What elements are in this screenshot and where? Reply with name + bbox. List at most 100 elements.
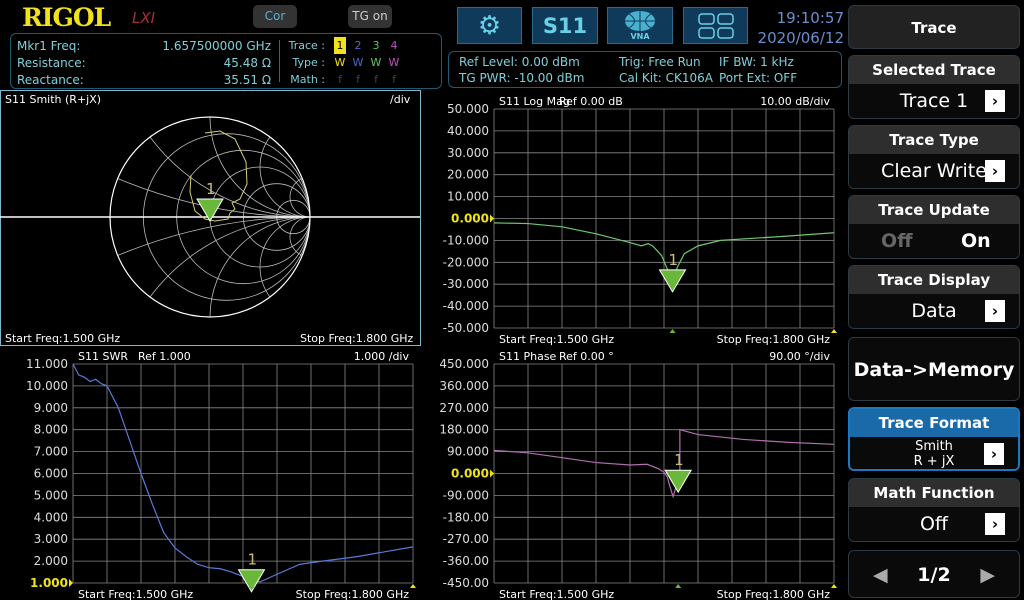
trace-display-softkey[interactable]: Trace Display Data › <box>848 265 1020 329</box>
marker-1-triangle <box>658 269 687 293</box>
stop-freq: Stop Freq:1.800 GHz <box>717 588 831 600</box>
y-tick-label: 90.000 <box>447 445 489 459</box>
ref-level-arrow-icon <box>490 469 494 478</box>
marker-1-label: 1 <box>248 551 258 569</box>
softkey-label: Trace Format <box>850 409 1018 437</box>
y-tick-label: -20.000 <box>443 255 489 269</box>
y-tick-label: -450.00 <box>443 576 489 590</box>
trace-type-value: Clear Write <box>881 160 987 182</box>
softkey-label: Trace Update <box>849 196 1019 224</box>
y-tick-label: 180.000 <box>439 423 489 437</box>
reactance-arc <box>259 216 311 298</box>
y-tick-label: 7.000 <box>34 445 68 459</box>
chart-ref: Ref 0.00 ° <box>559 350 614 363</box>
grid <box>493 363 835 584</box>
trace-format-softkey[interactable]: Trace Format Smith R + jX › <box>848 407 1020 471</box>
chart-title: S11 Smith (R+jX) <box>5 93 101 106</box>
stop-indicator <box>410 584 416 588</box>
chart-scale: 1.000 /div <box>354 350 410 363</box>
chevron-right-icon: › <box>985 90 1005 112</box>
y-tick-label: 50.000 <box>447 102 489 116</box>
y-tick-label: 1.000 <box>30 576 68 590</box>
y-tick-label: 450.000 <box>439 357 489 371</box>
y-tick-label: 360.000 <box>439 379 489 393</box>
menu-title-text: Trace <box>911 19 957 37</box>
stop-freq: Stop Freq:1.800 GHz <box>300 332 414 345</box>
y-tick-label: -360.00 <box>443 554 489 568</box>
chart-area: S11 Smith (R+jX) /div Start Freq:1.500 GHz… <box>0 93 837 600</box>
y-tick-label: 9.000 <box>34 401 68 415</box>
start-freq: Start Freq:1.500 GHz <box>499 333 614 346</box>
grid <box>493 108 835 329</box>
marker-1-label: 1 <box>674 451 684 469</box>
chart-scale: /div <box>390 93 411 106</box>
math-function-softkey[interactable]: Math Function Off › <box>848 478 1020 542</box>
start-freq: Start Freq:1.500 GHz <box>5 332 120 345</box>
y-tick-label: -10.000 <box>443 233 489 247</box>
y-tick-label: 10.000 <box>447 190 489 204</box>
y-tick-label: 8.000 <box>34 423 68 437</box>
ref-level-arrow-icon <box>69 579 73 587</box>
y-tick-label: 2.000 <box>34 554 68 568</box>
y-tick-label: -180.00 <box>443 510 489 524</box>
grid <box>72 363 414 584</box>
chevron-right-icon: › <box>985 300 1005 322</box>
y-tick-label: 20.000 <box>447 168 489 182</box>
softkey-label: Trace Display <box>849 266 1019 294</box>
page-next-icon[interactable]: ▶ <box>980 551 995 597</box>
page-navigator: ◀ 1/2 ▶ <box>848 550 1020 598</box>
trace-display-value: Data <box>911 300 957 322</box>
marker-position-indicator <box>675 584 682 588</box>
selected-trace-value: Trace 1 <box>899 90 969 112</box>
y-tick-label: 0.000 <box>451 467 489 481</box>
chevron-right-icon: › <box>985 160 1005 182</box>
y-tick-label: 6.000 <box>34 467 68 481</box>
softkey-label: Trace Type <box>849 126 1019 154</box>
marker-position-indicator <box>669 329 676 333</box>
start-freq: Start Freq:1.500 GHz <box>499 588 614 600</box>
marker-1-label: 1 <box>669 251 679 269</box>
ref-level-arrow-icon <box>490 214 494 223</box>
y-tick-label: -90.000 <box>443 488 489 502</box>
math-function-value: Off <box>919 513 949 535</box>
trace-update-on[interactable]: On <box>961 224 991 258</box>
y-tick-label: 5.000 <box>34 488 68 502</box>
trace-update-softkey[interactable]: Trace Update Off On <box>848 195 1020 259</box>
chart-scale: 10.00 dB/div <box>760 95 830 108</box>
chevron-right-icon: › <box>985 513 1005 535</box>
y-tick-label: -40.000 <box>443 299 489 313</box>
stop-indicator <box>831 329 837 333</box>
page-indicator: 1/2 <box>917 564 951 586</box>
chart-ref: Ref 0.00 dB <box>559 95 623 108</box>
y-tick-label: -270.00 <box>443 532 489 546</box>
y-tick-label: 30.000 <box>447 146 489 160</box>
trace-type-softkey[interactable]: Trace Type Clear Write › <box>848 125 1020 189</box>
stop-freq: Stop Freq:1.800 GHz <box>717 333 831 346</box>
stop-indicator <box>831 584 837 588</box>
y-tick-label: 0.000 <box>451 212 489 226</box>
menu-title: Trace <box>848 5 1020 49</box>
chart-title: S11 SWR <box>78 350 128 363</box>
chart-title: S11 Phase <box>499 350 557 363</box>
softkey-label: Selected Trace <box>849 56 1019 84</box>
marker-1-triangle <box>237 569 266 593</box>
y-tick-label: 4.000 <box>34 510 68 524</box>
reactance-arc <box>259 136 311 218</box>
data-to-memory-button[interactable]: Data->Memory <box>848 337 1020 401</box>
chart-ref: Ref 1.000 <box>138 350 191 363</box>
marker-1-label: 1 <box>206 180 216 198</box>
stop-freq: Stop Freq:1.800 GHz <box>296 588 410 600</box>
y-tick-label: -30.000 <box>443 277 489 291</box>
y-tick-label: 3.000 <box>34 532 68 546</box>
trace-update-off[interactable]: Off <box>881 224 913 258</box>
y-tick-label: 10.000 <box>26 379 68 393</box>
chevron-right-icon: › <box>984 443 1004 465</box>
y-tick-label: 270.000 <box>439 401 489 415</box>
chart-scale: 90.00 °/div <box>769 350 830 363</box>
y-tick-label: -50.000 <box>443 321 489 335</box>
page-prev-icon[interactable]: ◀ <box>873 551 888 597</box>
softkey-label: Math Function <box>849 479 1019 507</box>
y-tick-label: 40.000 <box>447 124 489 138</box>
selected-trace-softkey[interactable]: Selected Trace Trace 1 › <box>848 55 1020 119</box>
y-tick-label: 11.000 <box>26 357 68 371</box>
